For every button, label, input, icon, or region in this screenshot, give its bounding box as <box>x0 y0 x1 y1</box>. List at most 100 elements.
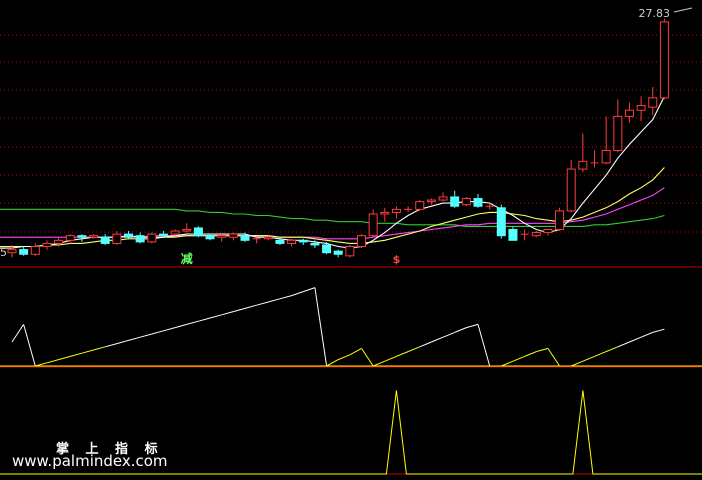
watermark-url-text: www.palmindex.com <box>12 452 168 470</box>
indicator-segment <box>396 351 409 357</box>
indicator-segment <box>11 324 25 343</box>
indicator-segment <box>524 351 537 357</box>
candle-body-up <box>461 198 471 206</box>
candlestick <box>170 229 180 236</box>
indicator-segment <box>477 324 491 367</box>
candle-body-down <box>240 235 250 241</box>
indicator-segment <box>594 351 607 357</box>
candlestick <box>450 190 460 208</box>
signal-marker-sell: 减 <box>181 251 193 266</box>
candle-body-up <box>578 160 588 170</box>
indicator-segment <box>571 360 584 367</box>
candle-body-up <box>228 233 238 238</box>
candle-body-up <box>636 105 646 111</box>
candle-body-up <box>648 97 658 108</box>
indicator-segment <box>314 287 328 367</box>
candlestick <box>624 102 634 123</box>
candle-body-up <box>566 168 576 212</box>
indicator-segment <box>466 323 479 329</box>
candle-body-up <box>624 109 634 117</box>
indicator-segment <box>326 359 339 367</box>
indicator-segment <box>407 346 420 353</box>
candlestick <box>496 204 506 239</box>
moving-average-ma-long <box>0 187 665 240</box>
candle-body-down <box>158 233 168 237</box>
candlestick <box>345 244 355 258</box>
indicator-segment <box>93 346 106 351</box>
candle-body-down <box>205 235 215 240</box>
candle-body-up <box>54 239 64 244</box>
candlestick <box>438 192 448 202</box>
candle-body-down <box>508 228 518 241</box>
candlestick <box>415 200 425 211</box>
candlestick <box>182 223 192 233</box>
candlestick <box>613 99 623 153</box>
candlestick <box>217 234 227 242</box>
candle-body-up <box>543 228 553 234</box>
indicator-segment <box>454 327 467 333</box>
indicator-segment <box>291 291 304 297</box>
indicator-segment <box>442 331 455 338</box>
signal-marker-buy: $ <box>393 253 401 266</box>
candlestick <box>100 234 110 245</box>
candlestick <box>252 237 261 244</box>
candle-body-up <box>555 210 565 230</box>
candle-body-up <box>147 233 157 243</box>
indicator-segment <box>547 348 561 367</box>
moving-average-ma-mid <box>0 167 665 248</box>
candle-body-down <box>100 236 110 244</box>
candlestick <box>426 198 436 205</box>
candle-body-up <box>65 235 75 241</box>
candle-body-up <box>345 246 355 257</box>
indicator-segment <box>512 355 525 362</box>
candlestick <box>298 238 308 245</box>
candlestick <box>578 133 588 173</box>
indicator-segment <box>303 287 316 293</box>
candle-body-down <box>473 198 483 207</box>
indicator-segment <box>617 341 630 348</box>
indicator-segment <box>174 323 187 329</box>
candle-body-up <box>42 242 52 248</box>
price-axis-top-label: 27.83 <box>639 7 671 20</box>
indicator-segment <box>605 346 618 353</box>
indicator-segment <box>431 336 444 343</box>
candle-body-up <box>391 208 401 213</box>
candle-body-down <box>275 239 285 244</box>
indicator-segment <box>23 324 36 367</box>
indicator-segment <box>105 343 118 348</box>
candlestick <box>19 246 29 256</box>
candlestick <box>659 18 669 100</box>
candlestick <box>124 231 133 239</box>
price-pointer-line <box>673 7 693 13</box>
candlestick <box>368 209 378 238</box>
indicator-segment <box>186 320 199 325</box>
candle-body-up <box>426 199 436 203</box>
candle-body-down <box>496 207 506 237</box>
candlestick <box>228 232 238 241</box>
candlestick <box>473 193 483 208</box>
candle-body-up <box>30 246 40 255</box>
indicator-segment <box>361 348 374 367</box>
candlestick <box>566 159 576 213</box>
candle-body-up <box>287 239 297 244</box>
candle-body-down <box>135 235 145 243</box>
indicator-segment <box>279 295 292 300</box>
indicator-segment <box>268 298 281 303</box>
indicator-segment <box>70 352 83 357</box>
candle-body-up <box>357 235 366 248</box>
indicator-segment <box>128 336 141 341</box>
candlestick <box>555 207 565 232</box>
candle-body-up <box>613 115 623 151</box>
indicator-panel <box>0 287 702 367</box>
indicator-segment <box>209 314 222 319</box>
indicator-segment <box>81 349 94 354</box>
signal-markers: 减 $ <box>181 251 401 266</box>
indicator-segment <box>536 347 549 353</box>
candlestick <box>508 226 518 241</box>
candle-body-up <box>368 213 378 237</box>
indicator-segment <box>116 339 129 345</box>
candlestick <box>147 232 157 244</box>
indicator-segment <box>163 327 176 332</box>
indicator-segment <box>384 355 397 362</box>
candlestick <box>42 240 52 250</box>
